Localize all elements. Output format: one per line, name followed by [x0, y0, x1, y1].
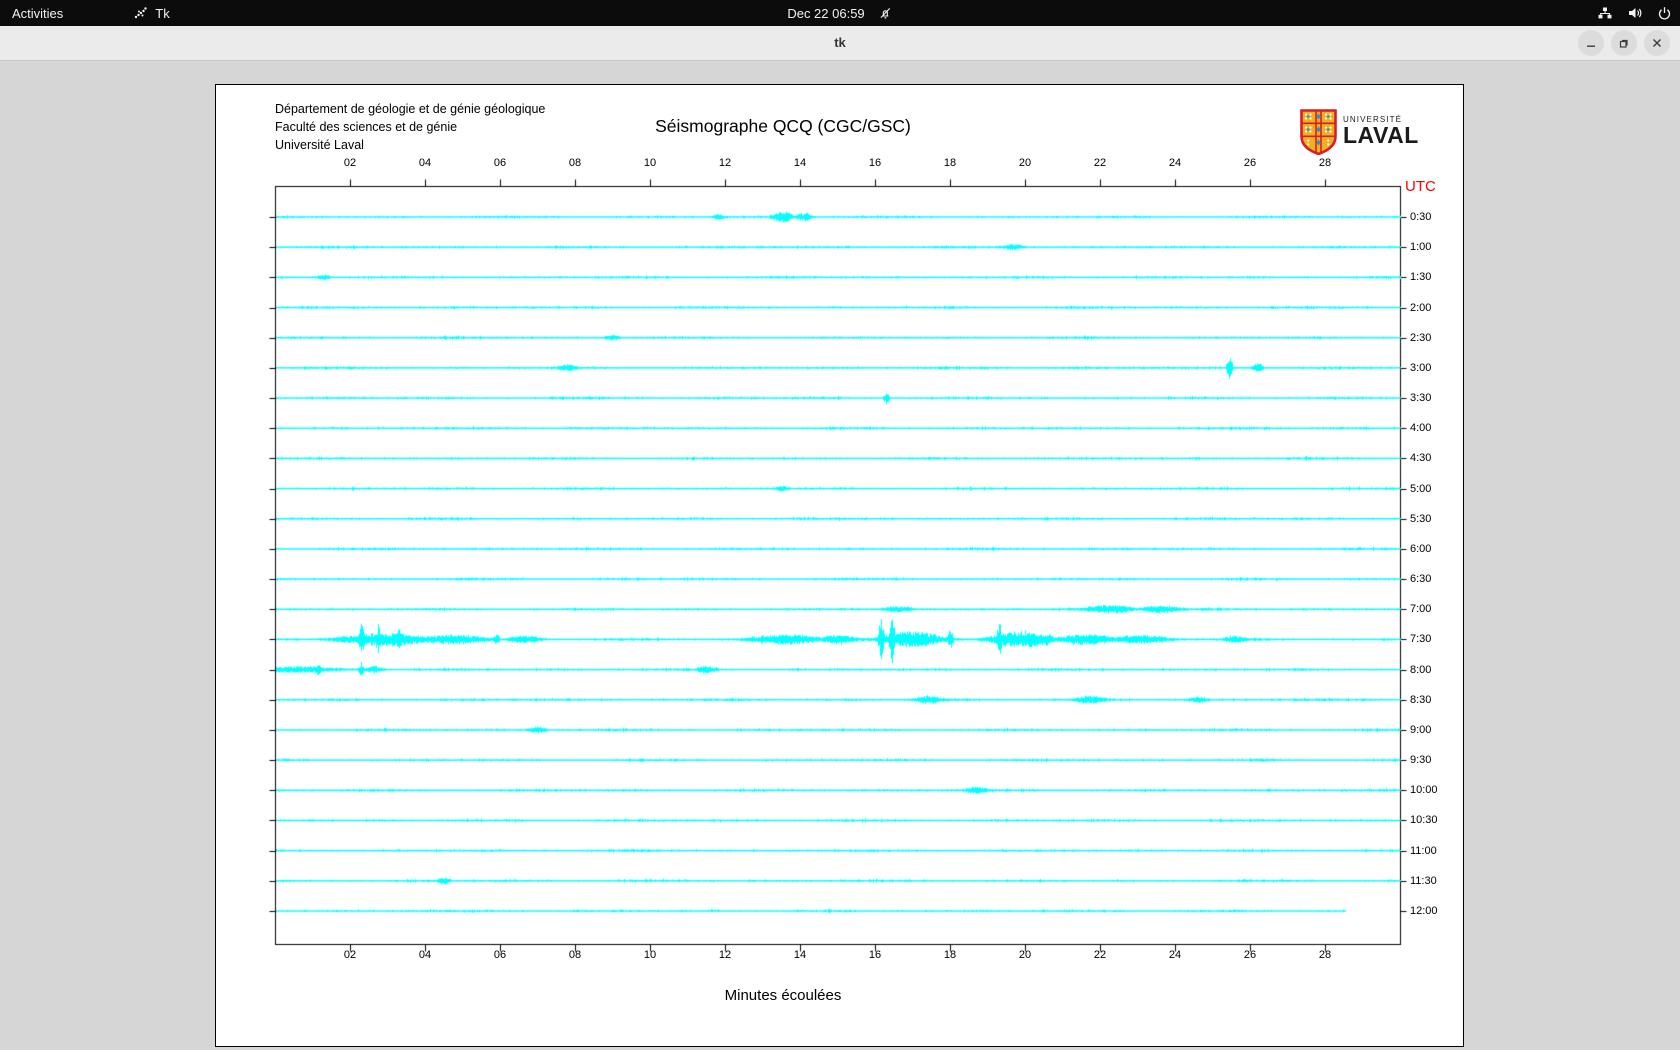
- x-tick-label: 12: [718, 949, 732, 961]
- x-tick-label: 06: [493, 949, 507, 961]
- x-tick-label: 12: [718, 157, 732, 169]
- x-tick-label: 02: [343, 157, 357, 169]
- x-tick-label: 10: [643, 157, 657, 169]
- time-label: 5:00: [1410, 482, 1432, 495]
- x-tick-label: 20: [1018, 949, 1032, 961]
- time-label: 3:30: [1410, 392, 1432, 405]
- time-label: 5:30: [1410, 512, 1432, 525]
- page-title: Séismographe QCQ (CGC/GSC): [655, 116, 911, 136]
- x-tick-label: 16: [868, 157, 882, 169]
- x-tick-label: 26: [1243, 949, 1257, 961]
- x-tick-label: 22: [1093, 949, 1107, 961]
- laval-logo: UNIVERSITÉ LAVAL: [1300, 109, 1419, 160]
- time-label: 11:30: [1410, 874, 1437, 887]
- activities-button[interactable]: Activities: [0, 0, 75, 26]
- x-tick-label: 04: [418, 949, 432, 961]
- window-title: tk: [834, 35, 846, 50]
- logo-laval-text: LAVAL: [1343, 122, 1419, 148]
- time-label: 7:00: [1410, 603, 1432, 616]
- restore-button[interactable]: [1611, 30, 1637, 56]
- network-icon: [1597, 5, 1613, 21]
- x-tick-label: 20: [1018, 157, 1032, 169]
- time-label: 1:30: [1410, 271, 1432, 284]
- time-label: 0:30: [1410, 211, 1432, 223]
- time-label: 9:00: [1410, 723, 1432, 736]
- notifications-muted-icon: [879, 6, 893, 20]
- x-tick-label: 18: [943, 157, 957, 169]
- close-button[interactable]: [1644, 30, 1670, 56]
- x-tick-label: 14: [793, 949, 807, 961]
- time-label: 10:00: [1410, 784, 1438, 797]
- app-menu-button[interactable]: Tk: [133, 5, 170, 21]
- org-line-1: Département de géologie et de génie géol…: [275, 102, 546, 116]
- time-label: 8:00: [1410, 663, 1432, 676]
- org-line-2: Faculté des sciences et de génie: [275, 120, 458, 134]
- app-menu-label: Tk: [155, 5, 170, 21]
- x-tick-label: 14: [793, 157, 807, 169]
- time-label: 4:00: [1410, 422, 1432, 435]
- x-axis-title: Minutes écoulées: [724, 987, 842, 1004]
- time-label: 11:00: [1410, 844, 1437, 857]
- window-titlebar[interactable]: tk: [0, 26, 1680, 61]
- x-tick-label: 08: [568, 949, 582, 961]
- clock-button[interactable]: Dec 22 06:59: [787, 6, 864, 21]
- x-tick-label: 24: [1168, 157, 1182, 169]
- app-content: Département de géologie et de génie géol…: [0, 61, 1680, 1050]
- time-label: 6:00: [1410, 542, 1432, 555]
- time-label: 6:30: [1410, 573, 1432, 586]
- x-tick-label: 26: [1243, 157, 1257, 169]
- time-label: 12:00: [1410, 905, 1438, 917]
- x-tick-label: 22: [1093, 157, 1107, 169]
- x-tick-label: 28: [1318, 949, 1332, 961]
- seismograph-panel: Département de géologie et de génie géol…: [215, 84, 1464, 1047]
- org-name: Département de géologie et de génie géol…: [275, 100, 545, 154]
- x-tick-label: 08: [568, 157, 582, 169]
- time-label: 4:30: [1410, 452, 1432, 465]
- org-line-3: Université Laval: [275, 138, 364, 152]
- activities-label: Activities: [12, 5, 64, 21]
- time-label: 7:30: [1410, 633, 1432, 646]
- power-icon: [1657, 6, 1672, 21]
- x-tick-label: 24: [1168, 949, 1182, 961]
- time-label: 2:00: [1410, 301, 1432, 314]
- time-label: 8:30: [1410, 693, 1432, 706]
- tk-icon: [133, 6, 148, 21]
- x-tick-label: 10: [643, 949, 657, 961]
- time-label: 10:30: [1410, 814, 1438, 827]
- seismogram-canvas: [216, 85, 1463, 1046]
- time-label: 2:30: [1410, 331, 1432, 344]
- time-label: 9:30: [1410, 754, 1432, 767]
- time-label: 1:00: [1410, 241, 1432, 254]
- time-label: 3:00: [1410, 361, 1432, 374]
- laval-shield-icon: [1300, 109, 1337, 160]
- x-tick-label: 16: [868, 949, 882, 961]
- system-status-area[interactable]: [1597, 0, 1672, 26]
- x-tick-label: 18: [943, 949, 957, 961]
- minimize-button[interactable]: [1578, 30, 1604, 56]
- x-tick-label: 04: [418, 157, 432, 169]
- gnome-top-bar: Activities Tk Dec 22 06:59: [0, 0, 1680, 26]
- utc-label: UTC: [1405, 178, 1436, 195]
- x-tick-label: 28: [1318, 157, 1332, 169]
- volume-icon: [1627, 5, 1643, 21]
- x-tick-label: 06: [493, 157, 507, 169]
- x-tick-label: 02: [343, 949, 357, 961]
